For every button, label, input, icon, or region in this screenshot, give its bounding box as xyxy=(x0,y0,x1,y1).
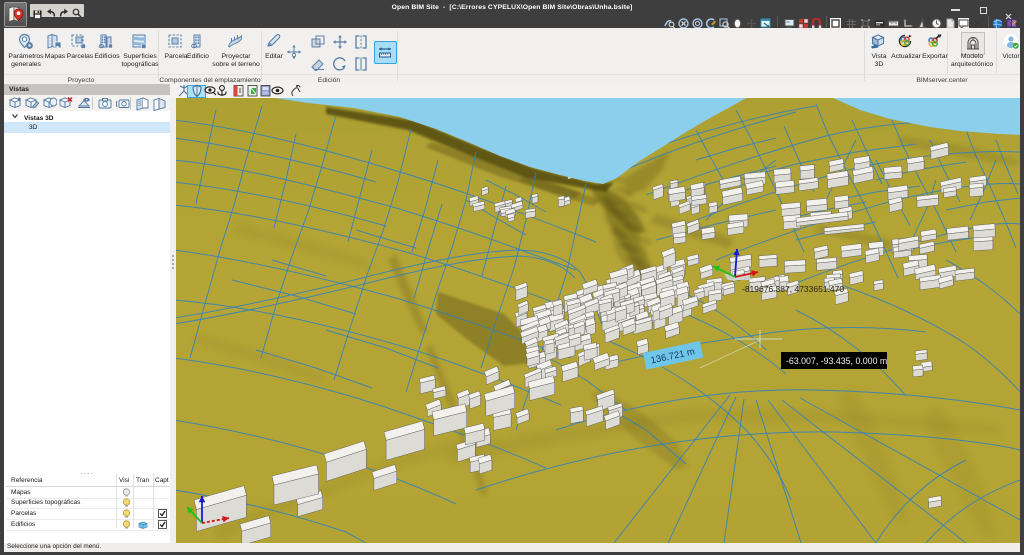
svg-text:-63.007, -93.435, 0.000 m: -63.007, -93.435, 0.000 m xyxy=(786,356,887,366)
svg-text:-819676.387, 4733651.470: -819676.387, 4733651.470 xyxy=(742,284,844,294)
